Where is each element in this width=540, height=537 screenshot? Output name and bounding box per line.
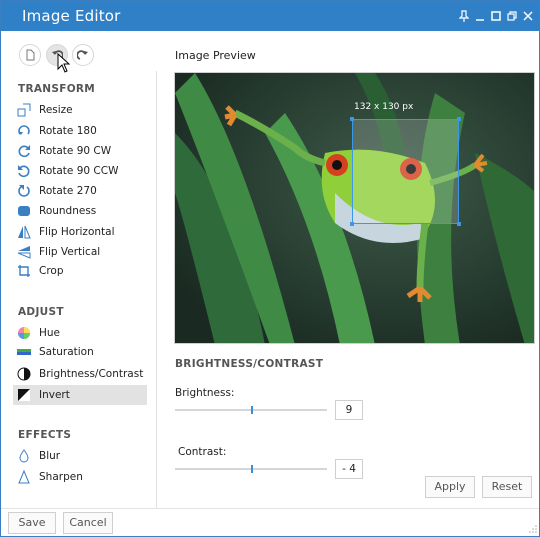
- menu-item-brightness-contrast[interactable]: Brightness/Contrast: [13, 364, 147, 384]
- invert-icon: [17, 388, 31, 402]
- maximize-icon[interactable]: [489, 9, 503, 23]
- redo-button[interactable]: [72, 44, 94, 66]
- apply-button[interactable]: Apply: [425, 476, 475, 498]
- rotate-270-icon: [17, 184, 31, 198]
- hue-wheel-icon: [17, 326, 31, 340]
- menu-item-sharpen[interactable]: Sharpen: [13, 467, 147, 487]
- contrast-slider-thumb[interactable]: [251, 465, 253, 473]
- rotate-180-icon: [17, 124, 31, 138]
- crop-size-label: 132 x 130 px: [354, 102, 414, 112]
- menu-item-roundness[interactable]: Roundness: [13, 201, 147, 221]
- cancel-button[interactable]: Cancel: [63, 512, 113, 534]
- menu-item-blur[interactable]: Blur: [13, 446, 147, 466]
- menu-item-rotate-180[interactable]: Rotate 180: [13, 121, 147, 141]
- menu-item-saturation[interactable]: Saturation: [13, 342, 147, 362]
- contrast-value-input[interactable]: - 4: [335, 459, 363, 479]
- brightness-slider[interactable]: [175, 406, 327, 414]
- menu-item-invert[interactable]: Invert: [13, 385, 147, 405]
- save-button[interactable]: Save: [8, 512, 56, 534]
- document-icon: [26, 49, 35, 61]
- section-title-adjust: ADJUST: [18, 306, 64, 318]
- section-title-transform: TRANSFORM: [18, 83, 96, 95]
- flip-horizontal-icon: [17, 225, 31, 239]
- image-editor-window: Image Editor TRANSFORM Resize Rotate 180…: [0, 0, 540, 537]
- contrast-label: Contrast:: [178, 446, 227, 458]
- menu-item-rotate-90-cw[interactable]: Rotate 90 CW: [13, 141, 147, 161]
- crop-icon: [17, 264, 31, 278]
- rotate-cw-icon: [17, 144, 31, 158]
- redo-icon: [77, 50, 88, 60]
- brightness-label: Brightness:: [175, 387, 235, 399]
- flip-vertical-icon: [17, 245, 31, 259]
- crop-handle-tl[interactable]: [350, 117, 354, 121]
- menu-item-crop[interactable]: Crop: [13, 261, 147, 281]
- pin-icon[interactable]: [457, 9, 471, 23]
- menu-item-rotate-90-ccw[interactable]: Rotate 90 CCW: [13, 161, 147, 181]
- contrast-slider[interactable]: [175, 465, 327, 473]
- brightness-slider-thumb[interactable]: [251, 406, 253, 414]
- crop-selection[interactable]: [350, 117, 461, 226]
- menu-item-resize[interactable]: Resize: [13, 100, 147, 120]
- menu-item-flip-horizontal[interactable]: Flip Horizontal: [13, 222, 147, 242]
- sharpen-icon: [17, 470, 31, 484]
- crop-handle-tr[interactable]: [457, 117, 461, 121]
- crop-handle-bl[interactable]: [350, 222, 354, 226]
- section-title-effects: EFFECTS: [18, 429, 72, 441]
- minimize-icon[interactable]: [473, 9, 487, 23]
- crop-handle-br[interactable]: [457, 222, 461, 226]
- mouse-cursor-icon: [57, 53, 71, 73]
- title-bar[interactable]: Image Editor: [1, 1, 539, 31]
- blur-drop-icon: [17, 449, 31, 463]
- window-title: Image Editor: [22, 7, 121, 25]
- roundness-icon: [17, 204, 31, 218]
- menu-item-hue[interactable]: Hue: [13, 323, 147, 343]
- brightness-contrast-title: BRIGHTNESS/CONTRAST: [175, 358, 324, 370]
- preview-title: Image Preview: [175, 49, 256, 62]
- rotate-ccw-icon: [17, 164, 31, 178]
- menu-item-rotate-270[interactable]: Rotate 270: [13, 181, 147, 201]
- resize-grip-icon[interactable]: [528, 524, 538, 534]
- menu-item-flip-vertical[interactable]: Flip Vertical: [13, 242, 147, 262]
- close-icon[interactable]: [521, 9, 535, 23]
- restore-icon[interactable]: [505, 9, 519, 23]
- brightness-value-input[interactable]: 9: [335, 400, 363, 420]
- resize-icon: [17, 103, 31, 117]
- reset-button[interactable]: Reset: [482, 476, 532, 498]
- saturation-icon: [17, 345, 31, 359]
- new-button[interactable]: [19, 44, 41, 66]
- contrast-icon: [17, 367, 31, 381]
